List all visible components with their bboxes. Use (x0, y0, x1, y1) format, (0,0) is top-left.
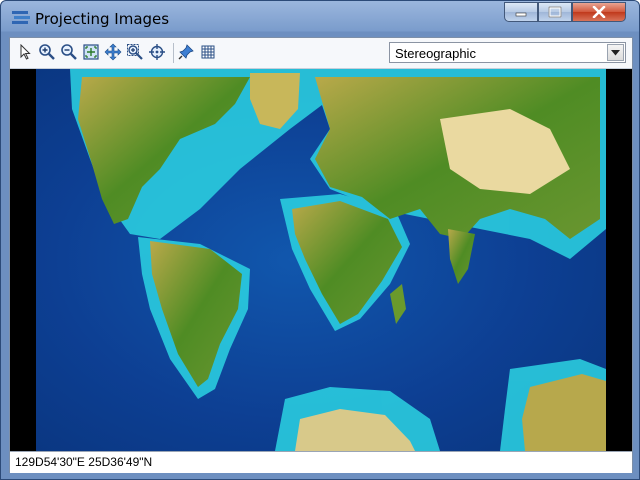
close-icon (592, 6, 606, 18)
client-area: Stereographic 129D54'30"E 25D36'49"N (9, 37, 633, 473)
zoom-box-button[interactable] (125, 42, 145, 62)
grid-button[interactable] (198, 42, 218, 62)
zoom-in-icon (39, 44, 55, 60)
zoom-extent-icon (83, 44, 99, 60)
world-map-image (10, 69, 632, 451)
minimize-button[interactable] (504, 2, 538, 22)
zoom-extent-button[interactable] (81, 42, 101, 62)
zoom-out-icon (61, 44, 77, 60)
select-tool-button[interactable] (15, 42, 35, 62)
dropdown-arrow-button[interactable] (607, 44, 624, 61)
grid-icon (201, 45, 215, 59)
status-bar: 129D54'30"E 25D36'49"N (10, 451, 632, 473)
map-view[interactable] (10, 69, 632, 451)
center-icon (149, 44, 165, 60)
pan-icon (104, 43, 122, 61)
layers-icon (12, 11, 30, 24)
coordinate-readout: 129D54'30"E 25D36'49"N (15, 455, 153, 469)
toolbar-separator (173, 43, 174, 63)
minimize-icon (515, 12, 527, 17)
toolbar: Stereographic (10, 38, 632, 69)
center-button[interactable] (147, 42, 167, 62)
zoom-box-icon (127, 44, 143, 60)
select-arrow-icon (20, 44, 31, 60)
zoom-in-button[interactable] (37, 42, 57, 62)
chevron-down-icon (611, 49, 620, 55)
window-title: Projecting Images (35, 10, 170, 28)
maximize-icon (548, 6, 562, 18)
app-window: Projecting Images Stereographic 129D54'3… (0, 0, 640, 480)
title-bar[interactable]: Projecting Images (1, 1, 639, 37)
projection-selected-value: Stereographic (395, 46, 476, 61)
pan-button[interactable] (103, 42, 123, 62)
close-button[interactable] (572, 2, 626, 22)
projection-dropdown[interactable]: Stereographic (389, 42, 626, 63)
maximize-button[interactable] (538, 2, 572, 22)
pin-button[interactable] (176, 42, 196, 62)
pin-icon (178, 44, 194, 60)
zoom-out-button[interactable] (59, 42, 79, 62)
